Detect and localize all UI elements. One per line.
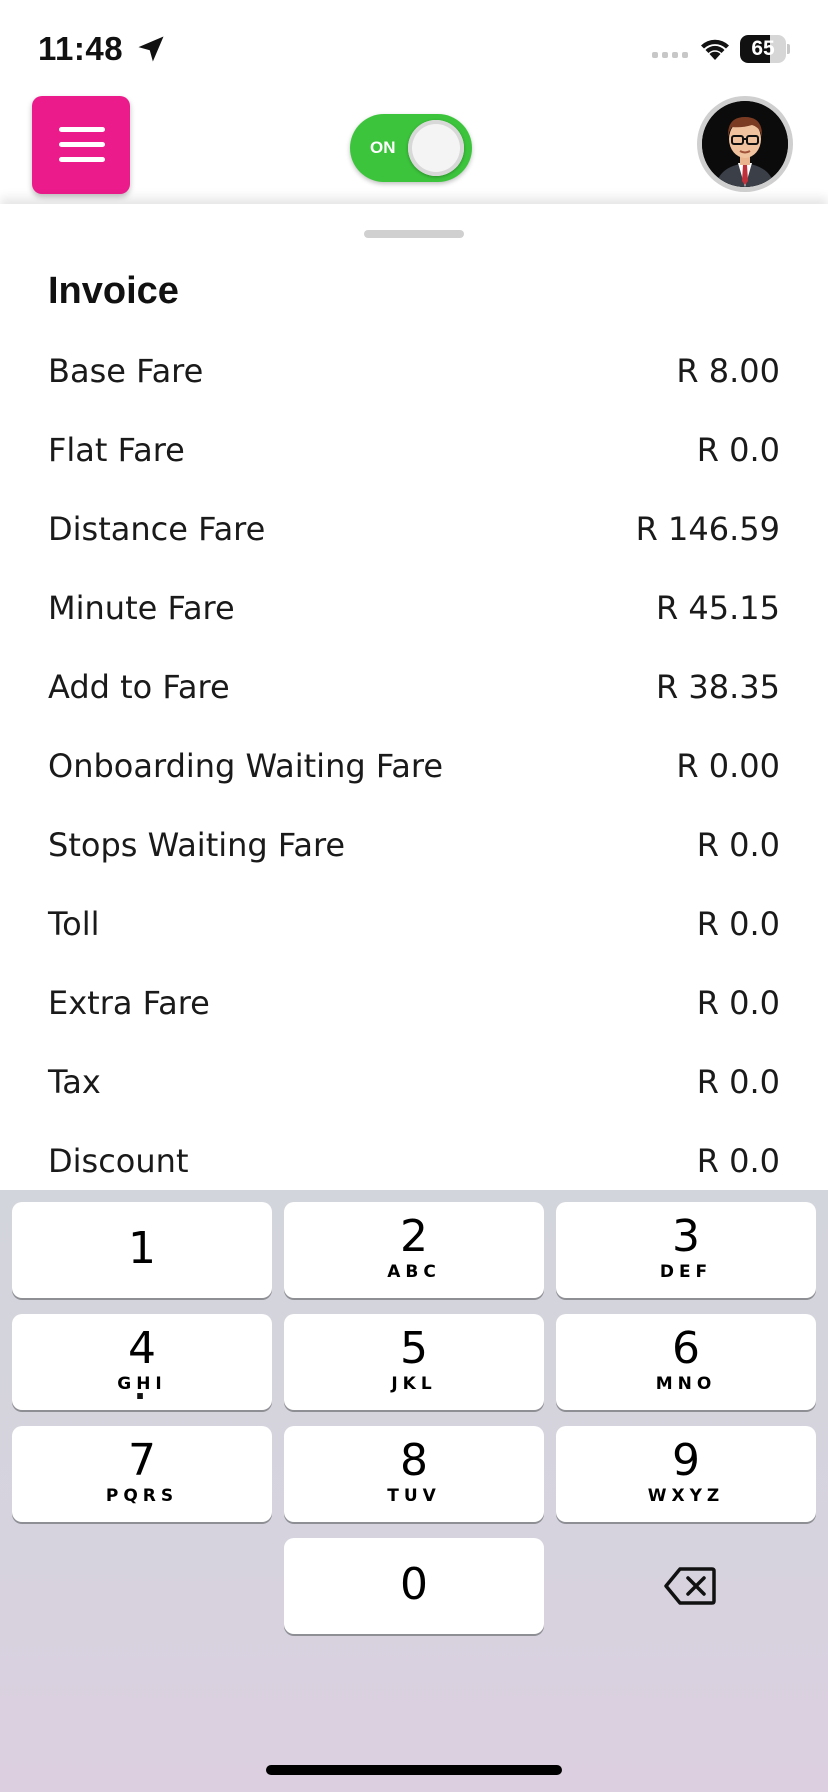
key-digit: 2 [400,1211,428,1262]
online-toggle[interactable]: ON [350,114,472,182]
fare-row: Distance Fare R 146.59 [48,510,780,560]
battery-icon: 65 [740,35,790,63]
key-letters: MNO [655,1374,717,1394]
app-header: ON [0,96,828,204]
key-6[interactable]: 6 MNO [556,1314,816,1410]
key-letters: DEF [659,1262,713,1282]
cellular-signal-icon [652,52,688,58]
fare-row: Onboarding Waiting Fare R 0.00 [48,747,780,797]
key-letters: JKL [391,1374,437,1394]
fare-value: R 38.35 [655,668,780,706]
fare-value: R 0.0 [696,984,780,1022]
invoice-sheet: Invoice Base Fare R 8.00 Flat Fare R 0.0… [0,204,828,1192]
fare-label: Distance Fare [48,510,266,548]
fare-label: Extra Fare [48,984,210,1022]
key-3[interactable]: 3 DEF [556,1202,816,1298]
key-digit: 3 [672,1211,700,1262]
avatar[interactable] [697,96,793,192]
key-5[interactable]: 5 JKL [284,1314,544,1410]
key-2[interactable]: 2 ABC [284,1202,544,1298]
fare-value: R 0.0 [696,1142,780,1180]
fare-value: R 0.0 [696,1063,780,1101]
location-arrow-icon [138,36,164,62]
fare-label: Onboarding Waiting Fare [48,747,444,785]
fare-label: Toll [48,905,100,943]
key-9[interactable]: 9 WXYZ [556,1426,816,1522]
invoice-title: Invoice [48,270,179,312]
key-digit: 6 [672,1323,700,1374]
fare-label: Flat Fare [48,431,185,469]
fare-row: Extra Fare R 0.0 [48,984,780,1034]
status-bar: 11:48 65 [0,0,828,96]
key-digit: 0 [400,1559,428,1610]
key-decimal[interactable]: . [10,1346,270,1442]
fare-row: Stops Waiting Fare R 0.0 [48,826,780,876]
fare-row: Add to Fare R 38.35 [48,668,780,718]
fare-value: R 0.00 [676,747,780,785]
fare-value: R 45.15 [655,589,780,627]
backspace-icon[interactable] [664,1566,716,1606]
key-digit: 5 [400,1323,428,1374]
fare-value: R 146.59 [635,510,780,548]
key-digit: 9 [672,1435,700,1486]
fare-label: Discount [48,1142,189,1180]
toggle-label: ON [370,138,396,157]
fare-value: R 0.0 [696,431,780,469]
battery-level: 65 [751,37,775,60]
menu-button[interactable] [32,96,130,194]
fare-label: Tax [48,1063,101,1101]
key-1[interactable]: 1 [12,1202,272,1298]
fare-label: Stops Waiting Fare [48,826,346,864]
fare-row: Flat Fare R 0.0 [48,431,780,481]
key-letters: PQRS [105,1486,179,1506]
key-8[interactable]: 8 TUV [284,1426,544,1522]
status-time: 11:48 [38,30,124,67]
fare-row: Base Fare R 8.00 [48,352,780,402]
fare-label: Base Fare [48,352,204,390]
wifi-icon [701,39,729,60]
key-0[interactable]: 0 [284,1538,544,1634]
key-digit: 8 [400,1435,428,1486]
fare-row: Tax R 0.0 [48,1063,780,1113]
home-indicator[interactable] [266,1765,562,1775]
fare-label: Minute Fare [48,589,235,627]
fare-value: R 8.00 [676,352,780,390]
fare-row: Discount R 0.0 [48,1142,780,1192]
key-letters: WXYZ [647,1486,725,1506]
key-letters: TUV [387,1486,441,1506]
fare-row: Minute Fare R 45.15 [48,589,780,639]
fare-row: Toll R 0.0 [48,905,780,955]
fare-value: R 0.0 [696,826,780,864]
key-letters: ABC [387,1262,441,1282]
driver-avatar-icon [702,101,788,187]
fare-label: Add to Fare [48,668,230,706]
key-digit: 1 [128,1223,156,1274]
sheet-drag-handle[interactable] [364,230,464,238]
toggle-knob [408,120,464,176]
fare-value: R 0.0 [696,905,780,943]
